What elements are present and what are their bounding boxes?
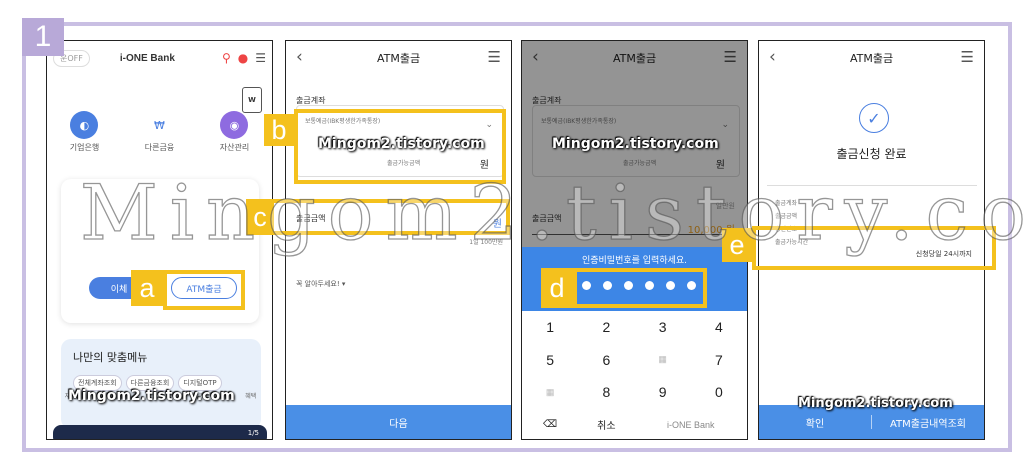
- watermark-p3: Mingom2.tistory.com: [552, 136, 719, 152]
- key-3[interactable]: 3: [635, 319, 691, 335]
- category-ibk[interactable]: ◐ 기업은행: [70, 111, 99, 153]
- hamburger-menu-icon[interactable]: ☰: [488, 48, 501, 66]
- highlight-d: [573, 268, 707, 308]
- row-account-label: 출금계좌: [775, 200, 798, 207]
- back-arrow-icon[interactable]: ‹: [296, 47, 303, 67]
- home-header: 운OFF i-ONE Bank ⚲ ● ☰: [47, 41, 272, 75]
- pin-keypad: 1 2 3 4 5 6 ▦ 7 ▦ 8 9 0 ⌫ 취소 i-ONE Bank: [522, 311, 747, 439]
- key-5[interactable]: 5: [522, 352, 578, 368]
- phone-home-screen: 운OFF i-ONE Bank ⚲ ● ☰ W ◐ 기업은행 ₩ 다른금융 ◉ 자산관…: [46, 40, 273, 440]
- watermark-p4: Mingom2.tistory.com: [798, 396, 953, 411]
- atm-history-button[interactable]: ATM출금내역조회: [872, 415, 984, 430]
- screen-title: ATM출금: [376, 52, 421, 65]
- row-amount-label: 출금금액: [775, 213, 798, 220]
- key-0[interactable]: 0: [691, 384, 747, 400]
- watermark-p1: Mingom2.tistory.com: [68, 388, 235, 404]
- tag-b: b: [264, 114, 294, 146]
- key-7[interactable]: 7: [691, 352, 747, 368]
- phone-atm-form: ‹ ATM출금 ☰ 출금계좌 보통예금(IBK평생한가족통장) ⌄ 출금가능금액…: [285, 40, 512, 440]
- step-badge: 1: [22, 18, 64, 56]
- chevron-down-icon: ▾: [341, 280, 346, 288]
- category-label: 자산관리: [219, 143, 250, 152]
- watermark-p2: Mingom2.tistory.com: [318, 136, 485, 152]
- hamburger-menu-icon[interactable]: ☰: [255, 51, 266, 65]
- qr-wallet-icon[interactable]: W: [242, 87, 262, 113]
- highlight-a: [163, 270, 245, 310]
- notice-label: 꼭 알아두세요!: [296, 280, 340, 288]
- highlight-c: [266, 199, 510, 235]
- promo-banner[interactable]: 1/5: [53, 425, 267, 439]
- backspace-icon[interactable]: ⌫: [522, 419, 578, 430]
- key-4[interactable]: 4: [691, 319, 747, 335]
- tag-a: a: [131, 270, 163, 306]
- key-9[interactable]: 9: [635, 384, 691, 400]
- key-2[interactable]: 2: [578, 319, 634, 335]
- key-6[interactable]: 6: [578, 352, 634, 368]
- category-label: 기업은행: [69, 143, 100, 152]
- bank-icon: ◐: [70, 111, 99, 139]
- blank-key-icon[interactable]: ▦: [522, 387, 578, 398]
- cancel-key[interactable]: 취소: [578, 417, 634, 432]
- completion-message: 출금신청 완료: [836, 147, 907, 161]
- nav-benefit[interactable]: 혜택: [245, 391, 256, 400]
- screen-title: ATM출금: [849, 52, 894, 65]
- bell-icon[interactable]: ●: [238, 51, 248, 65]
- hamburger-menu-icon[interactable]: ☰: [961, 48, 974, 66]
- category-label: 다른금융: [144, 143, 175, 152]
- screen-header: ‹ ATM출금 ☰: [759, 41, 984, 75]
- keypad-brand: i-ONE Bank: [666, 419, 715, 430]
- search-icon[interactable]: ⚲: [222, 51, 231, 65]
- brand-logo: i-ONE Bank: [119, 52, 175, 64]
- key-8[interactable]: 8: [578, 384, 634, 400]
- next-button[interactable]: 다음: [286, 405, 511, 439]
- category-other-finance[interactable]: ₩ 다른금융: [145, 111, 174, 153]
- custom-menu-panel: 나만의 맞춤메뉴 전체계좌조회 다른금융조회 디지털OTP: [61, 339, 261, 429]
- confirm-button[interactable]: 확인: [759, 415, 871, 430]
- pin-prompt: 인증비밀번호를 입력하세요.: [581, 256, 688, 266]
- notice-toggle[interactable]: 꼭 알아두세요! ▾: [296, 279, 345, 289]
- category-asset[interactable]: ◉ 자산관리: [220, 111, 249, 153]
- phone-pin-entry: ‹ ATM출금 ☰ 출금계좌 보통예금(IBK평생한가족통장) ⌄ 출금가능금액…: [521, 40, 748, 440]
- won-icon: ₩: [145, 111, 174, 139]
- tag-d: d: [541, 268, 573, 308]
- screen-header: ‹ ATM출금 ☰: [286, 41, 511, 75]
- tag-c: c: [246, 199, 274, 235]
- custom-menu-title: 나만의 맞춤메뉴: [73, 351, 148, 364]
- banner-page-indicator: 1/5: [247, 429, 259, 437]
- check-circle-icon: ✓: [859, 103, 889, 133]
- back-arrow-icon[interactable]: ‹: [769, 47, 776, 67]
- divider: [767, 185, 977, 186]
- category-row: ◐ 기업은행 ₩ 다른금융 ◉ 자산관리: [47, 111, 272, 153]
- tag-e: e: [722, 228, 752, 262]
- amount-hint: 1일 100만원: [469, 239, 503, 246]
- asset-icon: ◉: [220, 111, 249, 139]
- highlight-e: [752, 226, 996, 270]
- blank-key-icon[interactable]: ▦: [635, 354, 691, 365]
- key-1[interactable]: 1: [522, 319, 578, 335]
- header-icons: ⚲ ● ☰: [222, 51, 266, 65]
